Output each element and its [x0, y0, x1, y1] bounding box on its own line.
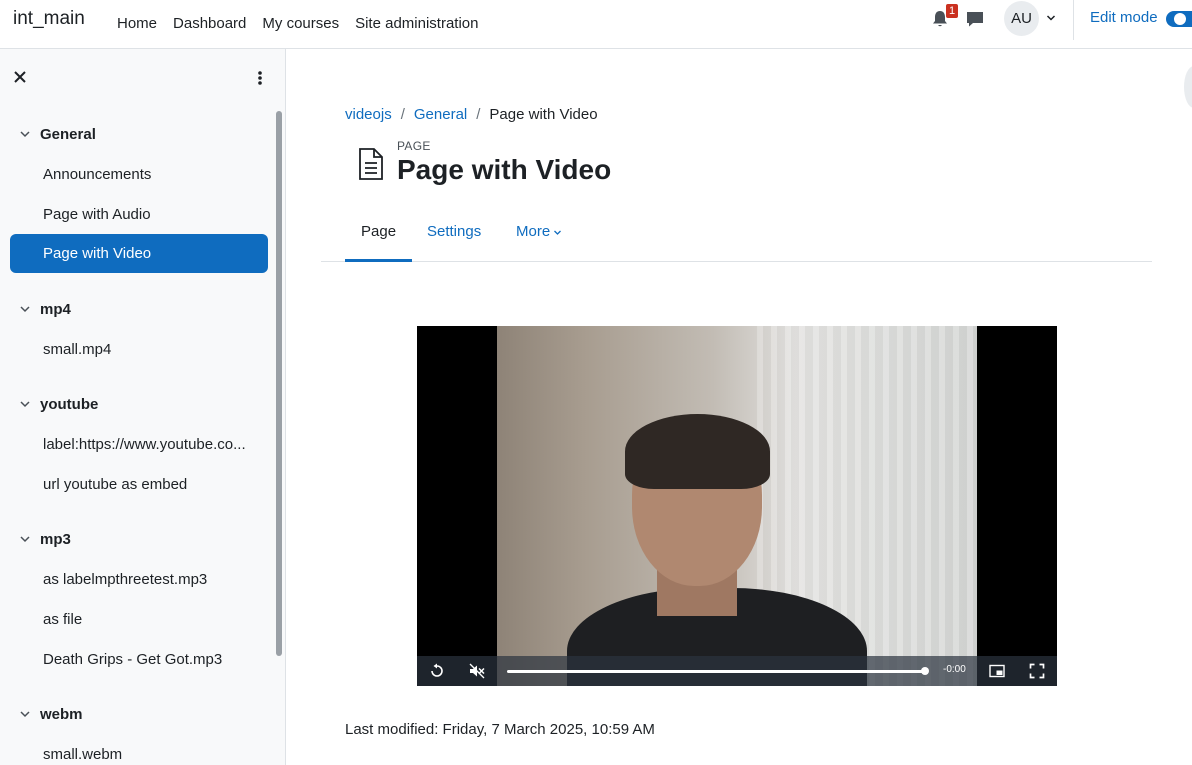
navbar-divider [1073, 0, 1074, 40]
section-youtube[interactable]: youtube [19, 392, 98, 416]
top-navbar: int_main Home Dashboard My courses Site … [0, 0, 1192, 49]
course-index-drawer: General Announcements Page with Audio Pa… [0, 49, 286, 765]
course-item-label: small.webm [43, 746, 123, 763]
course-item-label: Death Grips - Get Got.mp3 [43, 651, 223, 668]
breadcrumb: videojs / General / Page with Video [345, 106, 598, 123]
course-item-mp3-label[interactable]: as labelmpthreetest.mp3 [10, 560, 268, 599]
chevron-down-icon [20, 711, 30, 718]
tab-settings[interactable]: Settings [411, 212, 497, 262]
course-item-label: Page with Audio [43, 206, 151, 223]
picture-in-picture-icon[interactable] [989, 663, 1005, 679]
right-drawer-toggle[interactable] [1184, 66, 1192, 108]
tab-label: More [516, 223, 551, 240]
course-item-announcements[interactable]: Announcements [10, 155, 268, 194]
kebab-menu-icon[interactable] [251, 69, 269, 87]
notification-count-badge: 1 [946, 4, 958, 18]
section-title: General [40, 125, 96, 143]
nav-dashboard-link[interactable]: Dashboard [165, 0, 254, 48]
section-title: mp3 [40, 530, 71, 548]
nav-home-link[interactable]: Home [109, 0, 165, 48]
section-title: webm [40, 705, 83, 723]
site-brand[interactable]: int_main [13, 8, 85, 30]
close-icon[interactable] [12, 69, 28, 85]
course-item-youtube-label[interactable]: label:https://www.youtube.co... [10, 425, 268, 464]
fullscreen-icon[interactable] [1029, 663, 1045, 679]
video-control-bar: -0:00 [417, 656, 1057, 686]
last-modified-text: Last modified: Friday, 7 March 2025, 10:… [345, 721, 655, 738]
edit-mode-toggle[interactable] [1166, 11, 1192, 27]
section-general[interactable]: General [19, 122, 96, 146]
remaining-time-display: -0:00 [943, 664, 966, 675]
course-item-label: Page with Video [43, 245, 152, 262]
section-title: youtube [40, 395, 99, 413]
breadcrumb-link-section[interactable]: General [414, 106, 467, 123]
course-item-small-webm[interactable]: small.webm [10, 735, 268, 765]
chevron-down-icon[interactable] [1045, 12, 1057, 24]
breadcrumb-separator: / [400, 106, 405, 123]
breadcrumb-separator: / [476, 106, 481, 123]
tab-label: Page [361, 223, 397, 240]
course-item-label: label:https://www.youtube.co... [43, 436, 246, 453]
tab-more[interactable]: More [500, 212, 578, 262]
edit-mode-label: Edit mode [1090, 9, 1158, 26]
course-item-mp3-file[interactable]: as file [10, 600, 268, 639]
video-frame [497, 326, 977, 686]
section-mp3[interactable]: mp3 [19, 527, 71, 551]
tab-label: Settings [427, 223, 482, 240]
tab-page[interactable]: Page [345, 212, 413, 262]
course-item-label: url youtube as embed [43, 476, 188, 493]
chevron-down-icon [554, 230, 562, 235]
drawer-scrollbar[interactable] [276, 111, 282, 656]
section-webm[interactable]: webm [19, 702, 83, 726]
section-title: mp4 [40, 300, 71, 318]
nav-site-administration-link[interactable]: Site administration [347, 0, 486, 48]
activity-type-label: PAGE [397, 139, 431, 153]
video-person-hair [625, 414, 770, 489]
page-document-icon [359, 148, 383, 180]
page-title: Page with Video [397, 154, 612, 185]
course-item-label: as labelmpthreetest.mp3 [43, 571, 208, 588]
section-mp4[interactable]: mp4 [19, 297, 71, 321]
messages-chat-icon[interactable] [965, 9, 985, 29]
course-item-page-with-video[interactable]: Page with Video [10, 234, 268, 273]
course-item-page-with-audio[interactable]: Page with Audio [10, 195, 268, 234]
video-progress-handle[interactable] [921, 667, 929, 675]
chevron-down-icon [20, 131, 30, 138]
breadcrumb-current: Page with Video [489, 106, 598, 123]
primary-navigation: Home Dashboard My courses Site administr… [109, 0, 487, 48]
course-item-label: small.mp4 [43, 341, 112, 358]
course-item-youtube-embed[interactable]: url youtube as embed [10, 465, 268, 504]
video-progress-bar[interactable] [507, 670, 925, 673]
course-item-label: Announcements [43, 166, 152, 183]
video-player[interactable]: -0:00 [417, 326, 1057, 686]
course-item-small-mp4[interactable]: small.mp4 [10, 330, 268, 369]
muted-volume-icon[interactable] [469, 663, 485, 679]
chevron-down-icon [20, 306, 30, 313]
secondary-navigation-tabs: Page Settings More [321, 212, 1152, 262]
replay-icon[interactable] [429, 663, 445, 679]
user-avatar[interactable]: AU [1004, 1, 1039, 36]
chevron-down-icon [20, 401, 30, 408]
breadcrumb-link-course[interactable]: videojs [345, 106, 392, 123]
course-item-label: as file [43, 611, 83, 628]
nav-my-courses-link[interactable]: My courses [254, 0, 347, 48]
chevron-down-icon [20, 536, 30, 543]
course-item-death-grips[interactable]: Death Grips - Get Got.mp3 [10, 640, 268, 679]
